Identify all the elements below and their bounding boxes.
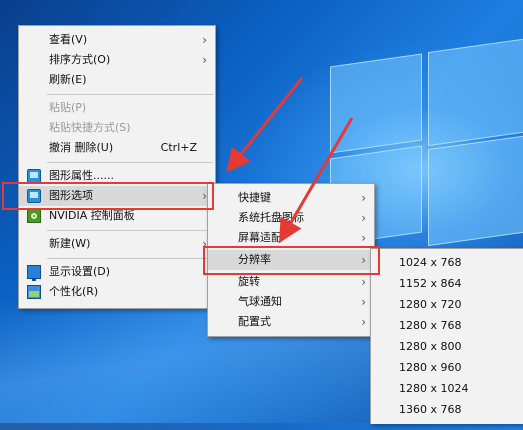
menu-item-label: 气球通知 <box>238 295 282 308</box>
menu-item-label: 刷新(E) <box>49 73 87 86</box>
menu-item-display-settings[interactable]: 显示设置(D) <box>19 262 215 282</box>
chevron-right-icon: › <box>202 33 207 47</box>
resolution-option[interactable]: 1280 x 720 <box>371 295 523 315</box>
highlight-box-resolution <box>203 246 380 275</box>
menu-item-label: 个性化(R) <box>49 285 99 298</box>
menu-item-label: 撤消 删除(U) <box>49 141 114 154</box>
resolution-option[interactable]: 1280 x 1024 <box>371 379 523 399</box>
submenu-item-profiles[interactable]: 配置式 › <box>208 312 374 332</box>
menu-item-view[interactable]: 查看(V) › <box>19 30 215 50</box>
submenu-item-screen-fit[interactable]: 屏幕适配 › <box>208 228 374 248</box>
chevron-right-icon: › <box>202 53 207 67</box>
windows-logo-pane <box>428 134 523 247</box>
menu-item-label: 粘贴(P) <box>49 101 87 114</box>
graphics-icon <box>27 169 41 183</box>
windows-logo-pane <box>330 53 422 154</box>
submenu-item-rotation[interactable]: 旋转 › <box>208 272 374 292</box>
menu-item-undo-delete[interactable]: 撤消 删除(U) Ctrl+Z <box>19 138 215 158</box>
menu-separator <box>47 258 213 259</box>
chevron-right-icon: › <box>361 315 366 329</box>
resolution-submenu: 1024 x 768 1152 x 864 1280 x 720 1280 x … <box>370 248 523 424</box>
submenu-item-balloon-notify[interactable]: 气球通知 › <box>208 292 374 312</box>
submenu-item-hotkeys[interactable]: 快捷键 › <box>208 188 374 208</box>
personalize-icon <box>27 285 41 299</box>
desktop-context-menu: 查看(V) › 排序方式(O) › 刷新(E) 粘贴(P) 粘贴快捷方式(S) … <box>18 25 216 309</box>
nvidia-icon <box>27 209 41 223</box>
resolution-option[interactable]: 1024 x 768 <box>371 253 523 273</box>
menu-item-label: 快捷键 <box>238 191 271 204</box>
menu-item-label: 显示设置(D) <box>49 265 111 278</box>
resolution-option[interactable]: 1360 x 768 <box>371 400 523 420</box>
menu-item-label: 屏幕适配 <box>238 231 282 244</box>
display-icon <box>27 265 41 281</box>
highlight-box-graphics-options <box>2 182 214 210</box>
chevron-right-icon: › <box>361 275 366 289</box>
resolution-option[interactable]: 1152 x 864 <box>371 274 523 294</box>
menu-item-label: 排序方式(O) <box>49 53 111 66</box>
menu-item-label: 配置式 <box>238 315 271 328</box>
windows-logo-pane <box>428 37 523 147</box>
menu-item-personalize[interactable]: 个性化(R) <box>19 282 215 302</box>
menu-item-paste-shortcut: 粘贴快捷方式(S) <box>19 118 215 138</box>
resolution-option[interactable]: 1280 x 960 <box>371 358 523 378</box>
menu-separator <box>47 162 213 163</box>
menu-item-shortcut: Ctrl+Z <box>160 141 197 154</box>
menu-item-label: 旋转 <box>238 275 260 288</box>
resolution-option[interactable]: 1280 x 800 <box>371 337 523 357</box>
resolution-option[interactable]: 1280 x 768 <box>371 316 523 336</box>
menu-item-label: 查看(V) <box>49 33 88 46</box>
menu-item-label: 新建(W) <box>49 237 91 250</box>
submenu-item-tray-icon[interactable]: 系统托盘图标 › <box>208 208 374 228</box>
menu-item-new[interactable]: 新建(W) › <box>19 234 215 254</box>
menu-separator <box>47 94 213 95</box>
menu-item-sort-by[interactable]: 排序方式(O) › <box>19 50 215 70</box>
chevron-right-icon: › <box>361 191 366 205</box>
chevron-right-icon: › <box>361 295 366 309</box>
menu-item-paste: 粘贴(P) <box>19 98 215 118</box>
menu-item-refresh[interactable]: 刷新(E) <box>19 70 215 90</box>
menu-separator <box>47 230 213 231</box>
menu-item-label: 粘贴快捷方式(S) <box>49 121 131 134</box>
chevron-right-icon: › <box>361 211 366 225</box>
menu-item-label: 系统托盘图标 <box>238 211 304 224</box>
chevron-right-icon: › <box>361 231 366 245</box>
